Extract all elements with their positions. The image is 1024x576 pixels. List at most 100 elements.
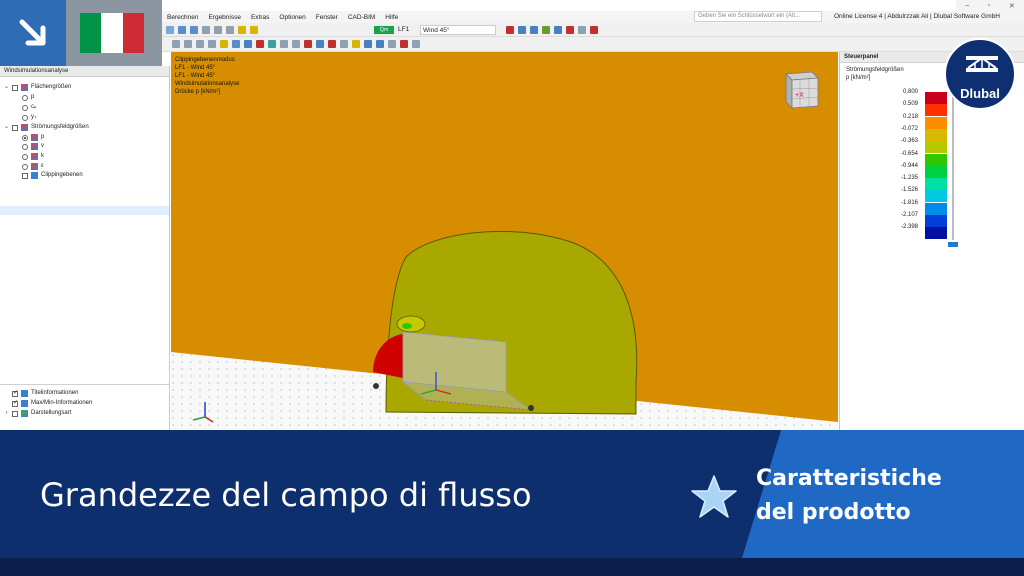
member-icon[interactable] xyxy=(196,40,204,48)
support-icon[interactable] xyxy=(256,40,264,48)
legend-title: Strömungsfeldgrößen xyxy=(846,67,904,73)
result-icon[interactable] xyxy=(238,26,246,34)
legend-swatch xyxy=(925,104,947,117)
measure-icon[interactable] xyxy=(280,40,288,48)
loadcase-type-badge: Qm xyxy=(374,26,394,34)
view-info-block: Clippingebenenmodus LF1 - Wind 45° LF1 -… xyxy=(175,56,239,96)
subtitle-line: Caratteristiche xyxy=(756,466,942,491)
maximize-button[interactable]: ▫ xyxy=(988,2,990,9)
mesh-icon[interactable] xyxy=(566,26,574,34)
line-icon[interactable] xyxy=(184,40,192,48)
view-icon[interactable] xyxy=(178,26,186,34)
info-line: Clippingebenenmodus xyxy=(175,57,235,63)
checkbox[interactable] xyxy=(12,389,18,398)
checkbox[interactable] xyxy=(12,399,18,408)
bridge-icon xyxy=(966,56,998,72)
tree-item-v[interactable]: v xyxy=(22,142,44,151)
color-icon[interactable] xyxy=(352,40,360,48)
arrow-down-right-icon xyxy=(19,19,46,46)
dimension-icon[interactable] xyxy=(340,40,348,48)
axis-icon[interactable] xyxy=(316,40,324,48)
load-icon[interactable] xyxy=(220,40,228,48)
menu-extras[interactable]: Extras xyxy=(246,14,274,21)
tree-item-cp[interactable]: cₚ xyxy=(22,103,37,112)
render-icon[interactable] xyxy=(376,40,384,48)
snap-icon[interactable] xyxy=(292,40,300,48)
render-icon[interactable] xyxy=(364,40,372,48)
checkbox[interactable] xyxy=(12,124,18,131)
chevron-right-icon[interactable]: › xyxy=(4,409,9,418)
tree-item-yplus[interactable]: y₊ xyxy=(22,113,37,122)
filter-icon[interactable] xyxy=(506,26,514,34)
legend-slider-handle[interactable] xyxy=(948,242,958,247)
model-viewport[interactable]: Clippingebenenmodus LF1 - Wind 45° LF1 -… xyxy=(171,52,838,430)
close-icon[interactable] xyxy=(400,40,408,48)
checkbox[interactable] xyxy=(12,410,18,417)
pin-icon[interactable] xyxy=(304,40,312,48)
checkbox[interactable] xyxy=(12,84,18,91)
view-icon[interactable] xyxy=(166,26,174,34)
legend-swatch xyxy=(925,178,947,191)
clipping-plane-scene xyxy=(171,52,838,430)
minimize-button[interactable]: – xyxy=(965,2,969,9)
settings-icon[interactable] xyxy=(412,40,420,48)
tree-item-p-flow[interactable]: p xyxy=(22,133,44,142)
node-icon[interactable] xyxy=(172,40,180,48)
chevron-down-icon[interactable]: ⌄ xyxy=(4,83,9,92)
result-icon[interactable] xyxy=(250,26,258,34)
chevron-down-icon[interactable]: ⌄ xyxy=(4,123,9,132)
legend-swatch xyxy=(925,153,947,166)
select-icon[interactable] xyxy=(518,26,526,34)
menu-cad-bim[interactable]: CAD-BIM xyxy=(343,14,380,21)
solid-icon[interactable] xyxy=(232,40,240,48)
menu-fenster[interactable]: Fenster xyxy=(311,14,343,21)
view-icon[interactable] xyxy=(190,26,198,34)
tree-item-flaechengroessen[interactable]: ⌄ Flächengrößen xyxy=(4,83,71,92)
table-icon[interactable] xyxy=(214,26,222,34)
option-titelinformationen[interactable]: Titelinformationen xyxy=(12,389,78,398)
marker-icon[interactable] xyxy=(328,40,336,48)
tree-item-k[interactable]: k xyxy=(22,152,44,161)
grid-icon[interactable] xyxy=(578,26,586,34)
option-label: Titelinformationen xyxy=(31,390,79,396)
legend-swatch xyxy=(925,227,947,240)
clip-icon[interactable] xyxy=(388,40,396,48)
tree-item-stroemungsfeldgroessen[interactable]: ⌄ Strömungsfeldgrößen xyxy=(4,123,89,132)
menu-ergebnisse[interactable]: Ergebnisse xyxy=(203,14,246,21)
legend-unit: p [kN/m²] xyxy=(846,75,871,81)
option-maxmin-informationen[interactable]: Max/Min-Informationen xyxy=(12,399,92,408)
display-icon[interactable] xyxy=(554,26,562,34)
cube-icon[interactable] xyxy=(268,40,276,48)
option-darstellungsart[interactable]: › Darstellungsart xyxy=(4,409,71,418)
table-icon[interactable] xyxy=(202,26,210,34)
radio-button[interactable] xyxy=(22,134,28,141)
delete-icon[interactable] xyxy=(590,26,598,34)
radio-button[interactable] xyxy=(22,143,28,150)
cube-axis-label: +X xyxy=(795,92,804,99)
legend-slider-track[interactable] xyxy=(952,92,954,240)
tree-item-p[interactable]: p xyxy=(22,93,34,102)
legend-value: -2.398 xyxy=(900,224,918,231)
radio-button[interactable] xyxy=(22,94,28,101)
surface-icon[interactable] xyxy=(208,40,216,48)
section-icon[interactable] xyxy=(244,40,252,48)
print-icon[interactable] xyxy=(226,26,234,34)
select-icon[interactable] xyxy=(530,26,538,34)
radio-button[interactable] xyxy=(22,163,28,170)
tree-item-epsilon[interactable]: ε xyxy=(22,162,44,171)
tree-item-clippingebenen[interactable]: Clippingebenen xyxy=(22,171,83,180)
radio-button[interactable] xyxy=(22,104,28,111)
search-input[interactable]: Geben Sie ein Schlüsselwort ein (Alt... xyxy=(694,11,822,22)
pressure-icon xyxy=(31,134,38,141)
menu-optionen[interactable]: Optionen xyxy=(274,14,310,21)
dlubal-logo: Dlubal xyxy=(944,38,1016,110)
radio-button[interactable] xyxy=(22,153,28,160)
menu-berechnen[interactable]: Berechnen xyxy=(162,14,203,21)
menu-hilfe[interactable]: Hilfe xyxy=(380,14,403,21)
loadcase-select[interactable]: Wind 45° xyxy=(420,25,496,35)
checkbox[interactable] xyxy=(22,172,28,179)
close-button[interactable]: ✕ xyxy=(1009,2,1015,10)
display-icon[interactable] xyxy=(542,26,550,34)
radio-button[interactable] xyxy=(22,114,28,121)
view-cube[interactable]: +X xyxy=(778,68,822,112)
